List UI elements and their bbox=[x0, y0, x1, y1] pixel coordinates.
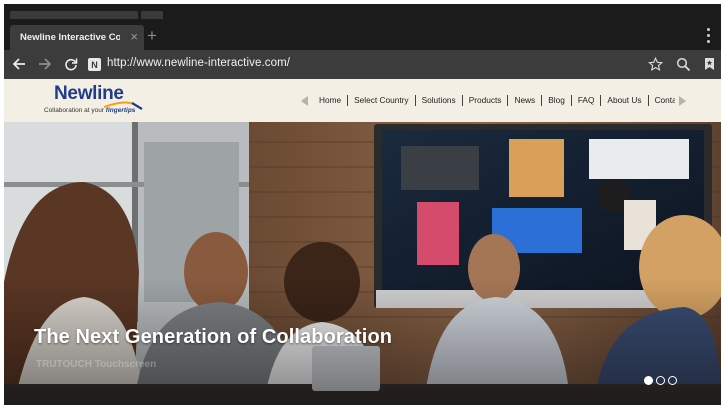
carousel-dot[interactable] bbox=[668, 376, 677, 385]
nav-item-blog[interactable]: Blog bbox=[541, 94, 571, 106]
nav-right-arrow-icon[interactable] bbox=[679, 96, 686, 106]
hero-subline: TRUTOUCH Touchscreen bbox=[36, 359, 157, 370]
hero-banner: The Next Generation of Collaboration TRU… bbox=[4, 122, 721, 405]
nav-item-select-country[interactable]: Select Country bbox=[347, 94, 414, 106]
active-tab[interactable]: Newline Interactive Colla... × bbox=[10, 25, 144, 50]
nav-item-solutions[interactable]: Solutions bbox=[414, 94, 462, 106]
browser-window: Newline Interactive Colla... × + N http:… bbox=[4, 4, 721, 405]
tab-strip: Newline Interactive Colla... × + bbox=[4, 4, 721, 50]
nav-item-products[interactable]: Products bbox=[461, 94, 508, 106]
nav-item-about-us[interactable]: About Us bbox=[600, 94, 647, 106]
newline-logo[interactable]: Newline Collaboration at your fingertips bbox=[44, 83, 144, 119]
address-bar[interactable]: http://www.newline-interactive.com/ bbox=[107, 57, 290, 69]
new-tab-button[interactable]: + bbox=[147, 26, 157, 46]
nav-item-news[interactable]: News bbox=[507, 94, 541, 106]
nav-left-arrow-icon[interactable] bbox=[301, 96, 308, 106]
site-header: Newline Collaboration at your fingertips… bbox=[4, 79, 721, 122]
tab-title: Newline Interactive Colla... bbox=[20, 32, 120, 43]
background-tab[interactable] bbox=[10, 11, 138, 19]
bookmark-icon[interactable] bbox=[700, 55, 718, 73]
logo-tagline: Collaboration at your fingertips bbox=[44, 107, 136, 114]
carousel-dot[interactable] bbox=[656, 376, 665, 385]
carousel-dot[interactable] bbox=[644, 376, 653, 385]
back-arrow-icon[interactable] bbox=[10, 55, 28, 73]
site-favicon-icon: N bbox=[88, 58, 101, 71]
hero-headline: The Next Generation of Collaboration bbox=[34, 326, 393, 348]
carousel-dots bbox=[644, 376, 677, 385]
main-nav: Home Select Country Solutions Products N… bbox=[313, 93, 675, 107]
forward-arrow-icon[interactable] bbox=[36, 55, 54, 73]
browser-toolbar: N http://www.newline-interactive.com/ bbox=[4, 50, 721, 79]
background-tab[interactable] bbox=[141, 11, 163, 19]
nav-item-faq[interactable]: FAQ bbox=[570, 94, 601, 106]
reload-icon[interactable] bbox=[62, 55, 80, 73]
nav-item-contact-us[interactable]: Contact Us bbox=[647, 94, 675, 106]
tab-close-icon[interactable]: × bbox=[130, 30, 138, 44]
star-icon[interactable] bbox=[646, 55, 664, 73]
search-icon[interactable] bbox=[674, 55, 692, 73]
menu-dots-icon[interactable] bbox=[707, 28, 711, 43]
nav-item-home[interactable]: Home bbox=[313, 95, 347, 106]
